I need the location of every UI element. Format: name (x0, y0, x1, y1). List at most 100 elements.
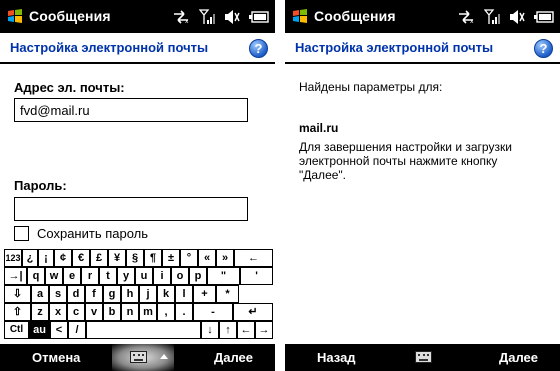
kb-key[interactable]: ¥ (108, 249, 126, 267)
kb-key[interactable]: , (157, 303, 175, 321)
kb-key[interactable]: - (193, 303, 233, 321)
kb-key[interactable]: q (27, 267, 45, 285)
page-title: Настройка электронной почты (295, 40, 494, 55)
kb-key[interactable]: y (117, 267, 135, 285)
kb-key[interactable]: j (139, 285, 157, 303)
kb-key[interactable]: » (216, 249, 234, 267)
help-icon[interactable]: ? (534, 39, 553, 58)
kb-key[interactable]: + (193, 285, 216, 303)
kb-key[interactable]: c (67, 303, 85, 321)
found-settings-text: Найдены параметры для: (299, 80, 443, 94)
kb-key-space[interactable] (86, 321, 201, 339)
kb-key[interactable]: p (189, 267, 207, 285)
next-button[interactable]: Далее (499, 350, 538, 365)
softkey-bar: Назад Далее (285, 344, 560, 371)
keyboard-icon[interactable] (415, 351, 432, 363)
kb-key-down[interactable]: ↓ (201, 321, 219, 339)
kb-key[interactable]: v (85, 303, 103, 321)
kb-key-ctrl[interactable]: Ctl (4, 321, 29, 339)
kb-key-enter[interactable]: ↵ (233, 303, 273, 321)
kb-key-123[interactable]: 123 (4, 249, 22, 267)
kb-key-right[interactable]: → (255, 321, 273, 339)
kb-key[interactable]: a (31, 285, 49, 303)
battery-icon[interactable] (249, 11, 269, 23)
title-bar: Сообщения x (0, 0, 275, 33)
cancel-button[interactable]: Отмена (32, 350, 80, 365)
connectivity-arrows-icon[interactable]: x (457, 10, 475, 24)
speaker-muted-icon[interactable] (224, 9, 240, 25)
kb-key[interactable]: £ (90, 249, 108, 267)
next-button[interactable]: Далее (214, 350, 253, 365)
kb-key[interactable]: e (63, 267, 81, 285)
email-field[interactable] (14, 98, 248, 122)
kb-key-left[interactable]: ← (237, 321, 255, 339)
kb-key[interactable]: u (135, 267, 153, 285)
signal-strength-icon[interactable] (199, 9, 215, 25)
kb-key[interactable]: n (121, 303, 139, 321)
email-setup-screen-right: Сообщения x Настройка электронной почты … (285, 0, 560, 371)
kb-key[interactable]: ¿ (22, 249, 38, 267)
kb-key[interactable]: ° (180, 249, 198, 267)
kb-key-accent[interactable]: au (29, 321, 50, 339)
battery-icon[interactable] (534, 11, 554, 23)
windows-start-icon[interactable] (7, 8, 23, 24)
kb-key[interactable]: o (171, 267, 189, 285)
back-button[interactable]: Назад (317, 350, 356, 365)
kb-key[interactable]: l (175, 285, 193, 303)
kb-key-shift[interactable]: ⇧ (4, 303, 31, 321)
signal-strength-icon[interactable] (484, 9, 500, 25)
save-password-checkbox[interactable] (14, 226, 29, 241)
kb-key[interactable]: * (216, 285, 239, 303)
password-field[interactable] (14, 197, 248, 221)
kb-key[interactable]: ¶ (144, 249, 162, 267)
kb-key[interactable]: b (103, 303, 121, 321)
kb-key[interactable]: . (175, 303, 193, 321)
help-icon[interactable]: ? (249, 39, 268, 58)
kb-key[interactable]: t (99, 267, 117, 285)
screen-divider (275, 0, 285, 371)
kb-key-backspace[interactable]: ← (234, 249, 273, 267)
kb-key[interactable]: € (72, 249, 90, 267)
kb-key[interactable]: ' (240, 267, 273, 285)
email-setup-screen-left: Сообщения x Настройка электронной почты … (0, 0, 275, 371)
softkey-bar: Отмена Далее (0, 344, 275, 371)
kb-key[interactable]: / (68, 321, 86, 339)
kb-key[interactable]: z (31, 303, 49, 321)
kb-key[interactable]: k (157, 285, 175, 303)
instructions-line-1: Для завершения настройки и загрузки (299, 140, 512, 154)
password-label: Пароль: (14, 178, 67, 193)
kb-key[interactable]: r (81, 267, 99, 285)
kb-key[interactable]: x (49, 303, 67, 321)
kb-key[interactable]: ¢ (54, 249, 72, 267)
kb-key-tab[interactable]: →| (4, 267, 27, 285)
instructions-line-3: "Далее". (299, 168, 347, 182)
kb-key[interactable]: < (50, 321, 68, 339)
speaker-muted-icon[interactable] (509, 9, 525, 25)
connectivity-arrows-icon[interactable]: x (172, 10, 190, 24)
kb-key[interactable]: s (49, 285, 67, 303)
kb-key-up[interactable]: ↑ (219, 321, 237, 339)
kb-key[interactable]: f (85, 285, 103, 303)
kb-key[interactable]: § (126, 249, 144, 267)
kb-key[interactable]: g (103, 285, 121, 303)
kb-key[interactable]: " (207, 267, 240, 285)
input-panel-toggle[interactable] (112, 344, 174, 371)
kb-key-caps[interactable]: ⇩ (4, 285, 31, 303)
windows-start-icon[interactable] (292, 8, 308, 24)
page-title: Настройка электронной почты (10, 40, 209, 55)
kb-key[interactable]: m (139, 303, 157, 321)
kb-key[interactable]: ¡ (38, 249, 54, 267)
kb-key[interactable]: ± (162, 249, 180, 267)
kb-key[interactable]: d (67, 285, 85, 303)
kb-key[interactable]: « (198, 249, 216, 267)
svg-text:x: x (470, 18, 474, 24)
kb-key[interactable]: h (121, 285, 139, 303)
page-header: Настройка электронной почты ? (0, 33, 275, 64)
email-label: Адрес эл. почты: (14, 80, 125, 95)
kb-key[interactable]: w (45, 267, 63, 285)
title-bar: Сообщения x (285, 0, 560, 33)
kb-key[interactable]: i (153, 267, 171, 285)
instructions-line-2: электронной почты нажмите кнопку (299, 154, 498, 168)
keyboard-icon (130, 351, 147, 363)
page-header: Настройка электронной почты ? (285, 33, 560, 64)
